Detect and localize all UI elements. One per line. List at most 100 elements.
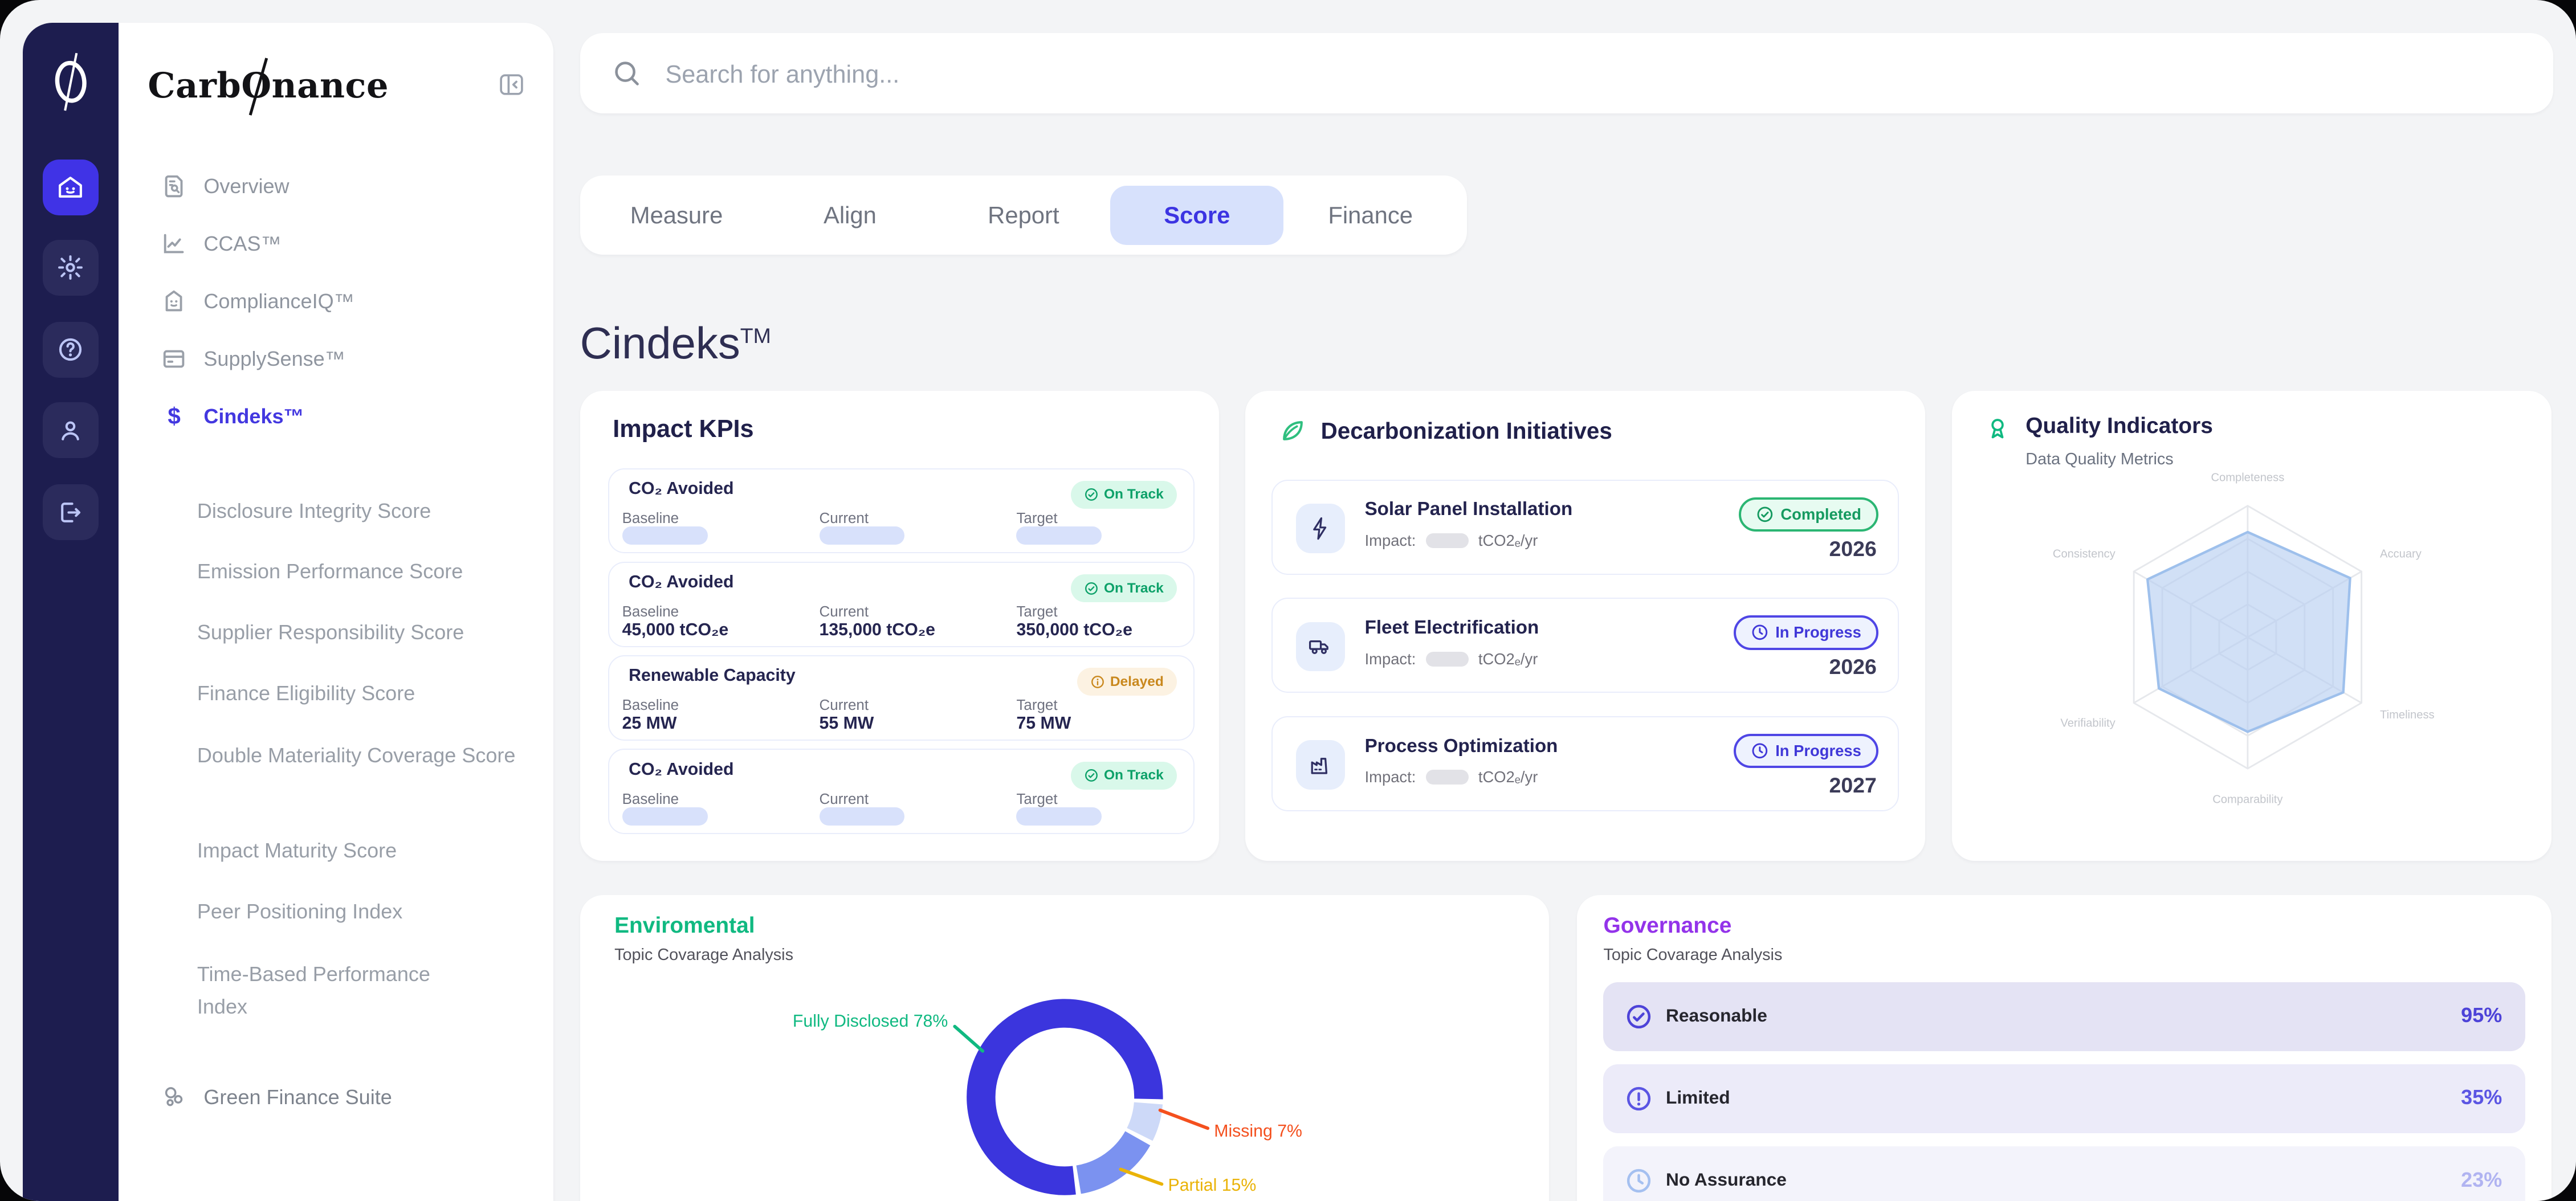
logout-icon (56, 499, 84, 526)
clock-icon (1751, 623, 1769, 642)
card-subtitle: Data Quality Metrics (2025, 450, 2173, 469)
sidebar-subitem-supplier-responsibility[interactable]: Supplier Responsibility Score (197, 616, 539, 649)
circles-icon (161, 1084, 187, 1110)
tab-finance[interactable]: Finance (1283, 186, 1457, 245)
initiative-row: Solar Panel Installation Impact:tCO2ₑ/yr… (1271, 480, 1899, 575)
governance-row: Reasonable 95% (1603, 982, 2525, 1051)
tab-report[interactable]: Report (937, 186, 1110, 245)
kpi-name: CO₂ Avoided (629, 479, 733, 499)
donut-label-missing: Missing 7% (1214, 1122, 1302, 1141)
card-title: Governance (1603, 913, 1731, 938)
value-skeleton (1426, 652, 1469, 667)
card-title: Impact KPIs (613, 415, 753, 443)
sidebar-subitem-peer-positioning[interactable]: Peer Positioning Index (197, 895, 539, 928)
kpi-value: 25 MW (622, 714, 677, 733)
rail-settings-button[interactable] (43, 240, 99, 296)
kpi-col-label: Target (1016, 604, 1057, 620)
svg-text:Completeness: Completeness (2211, 472, 2284, 484)
initiative-name: Solar Panel Installation (1365, 499, 1573, 520)
donut-chart (580, 895, 1550, 1201)
status-badge: On Track (1071, 762, 1177, 790)
status-badge: Delayed (1077, 668, 1177, 696)
initiative-impact: Impact:tCO2ₑ/yr (1365, 650, 1538, 668)
value-skeleton (820, 526, 905, 545)
rail-help-button[interactable] (43, 322, 99, 378)
value-skeleton (1426, 533, 1469, 548)
dollar-icon: $ (161, 403, 187, 430)
kpi-col-label: Baseline (622, 697, 679, 714)
sidebar-item-supplysense[interactable]: SupplySense™ (161, 342, 345, 377)
sidebar-subitem-double-materiality[interactable]: Double Materiality Coverage Score (197, 739, 526, 772)
kpi-col-label: Target (1016, 697, 1057, 714)
leaf-icon (1278, 417, 1306, 445)
tab-bar: Measure Align Report Score Finance (580, 175, 1468, 254)
tab-measure[interactable]: Measure (590, 186, 763, 245)
sidebar-item-label: Green Finance Suite (203, 1085, 392, 1109)
svg-text:Accuary: Accuary (2380, 548, 2422, 561)
governance-row: Limited 35% (1603, 1064, 2525, 1133)
tab-align[interactable]: Align (763, 186, 936, 245)
donut-label-fully-disclosed: Fully Disclosed 78% (790, 1012, 948, 1031)
svg-text:Consistency: Consistency (2052, 548, 2116, 561)
kpi-col-label: Baseline (622, 791, 679, 808)
rail-profile-button[interactable] (43, 402, 99, 458)
trademark-sup: TM (740, 324, 771, 348)
environmental-card: Enviromental Topic Covarage Analysis Ful… (580, 895, 1550, 1201)
page-title: CindeksTM (580, 318, 771, 369)
governance-value: 23% (2461, 1168, 2502, 1192)
medal-icon (1984, 415, 2011, 442)
kpi-value: 45,000 tCO₂e (622, 620, 729, 640)
sidebar-subitem-emission-performance[interactable]: Emission Performance Score (197, 555, 539, 588)
sidebar-item-ccas[interactable]: CCAS™ (161, 227, 281, 262)
brand-wordmark: CarbOnance (148, 66, 389, 106)
wordmark-part: nance (272, 66, 389, 106)
kpi-value: 55 MW (820, 714, 874, 733)
card-icon (161, 346, 187, 372)
sidebar-subitem-impact-maturity[interactable]: Impact Maturity Score (197, 834, 539, 867)
value-skeleton (622, 807, 708, 826)
impact-kpis-card: Impact KPIs CO₂ Avoided On Track Baselin… (580, 391, 1219, 860)
kpi-value: 135,000 tCO₂e (820, 620, 935, 640)
panel-collapse-icon (498, 71, 525, 99)
app-window: CarbOnance Overview CCAS™ ComplianceIQ™ … (0, 0, 2576, 1201)
sidebar-item-overview[interactable]: Overview (161, 169, 289, 204)
card-subtitle: Topic Covarage Analysis (1603, 946, 1782, 965)
sidebar-item-label: SupplySense™ (203, 347, 345, 371)
initiative-impact: Impact:tCO2ₑ/yr (1365, 532, 1538, 550)
truck-icon (1296, 622, 1345, 671)
tab-score[interactable]: Score (1110, 186, 1283, 245)
sidebar-subitem-time-based[interactable]: Time-Based Performance Index (197, 958, 480, 1023)
value-skeleton (622, 526, 708, 545)
sidebar-item-label: ComplianceIQ™ (203, 289, 354, 313)
sidebar-item-green-finance-suite[interactable]: Green Finance Suite (161, 1084, 392, 1110)
user-icon (56, 416, 84, 444)
sidebar-item-label: CCAS™ (203, 232, 281, 256)
sidebar-item-complianceiq[interactable]: ComplianceIQ™ (161, 284, 354, 319)
governance-label: Limited (1666, 1087, 1730, 1108)
sidebar-item-cindeks[interactable]: $ Cindeks™ (161, 399, 304, 434)
sidebar-collapse-button[interactable] (498, 71, 525, 99)
clock-icon (1625, 1167, 1653, 1195)
rail-home-button[interactable] (43, 160, 99, 215)
initiative-year: 2026 (1829, 655, 1877, 679)
sidebar-subitem-disclosure-integrity[interactable]: Disclosure Integrity Score (197, 495, 539, 528)
sidebar-subitem-finance-eligibility[interactable]: Finance Eligibility Score (197, 677, 539, 710)
chart-line-icon (161, 231, 187, 257)
governance-label: Reasonable (1666, 1005, 1767, 1026)
quality-indicators-card: CompletenessAccuaryTimelinessComparabili… (1952, 391, 2551, 860)
sidebar-item-label: Cindeks™ (203, 405, 304, 428)
kpi-col-label: Current (820, 697, 869, 714)
kpi-col-label: Current (820, 604, 869, 620)
gear-icon (56, 254, 84, 281)
wordmark-part: Carb (148, 66, 241, 106)
kpi-row: CO₂ Avoided On Track Baseline Current Ta… (608, 749, 1195, 834)
kpi-col-label: Current (820, 791, 869, 808)
rail-logout-button[interactable] (43, 484, 99, 540)
kpi-name: CO₂ Avoided (629, 760, 733, 779)
search-input[interactable] (662, 33, 2476, 117)
home-icon (56, 173, 84, 201)
status-badge: Completed (1739, 497, 1878, 532)
kpi-col-label: Target (1016, 510, 1057, 527)
status-badge: In Progress (1734, 615, 1878, 650)
screenshot-stage: CarbOnance Overview CCAS™ ComplianceIQ™ … (0, 0, 2576, 1201)
